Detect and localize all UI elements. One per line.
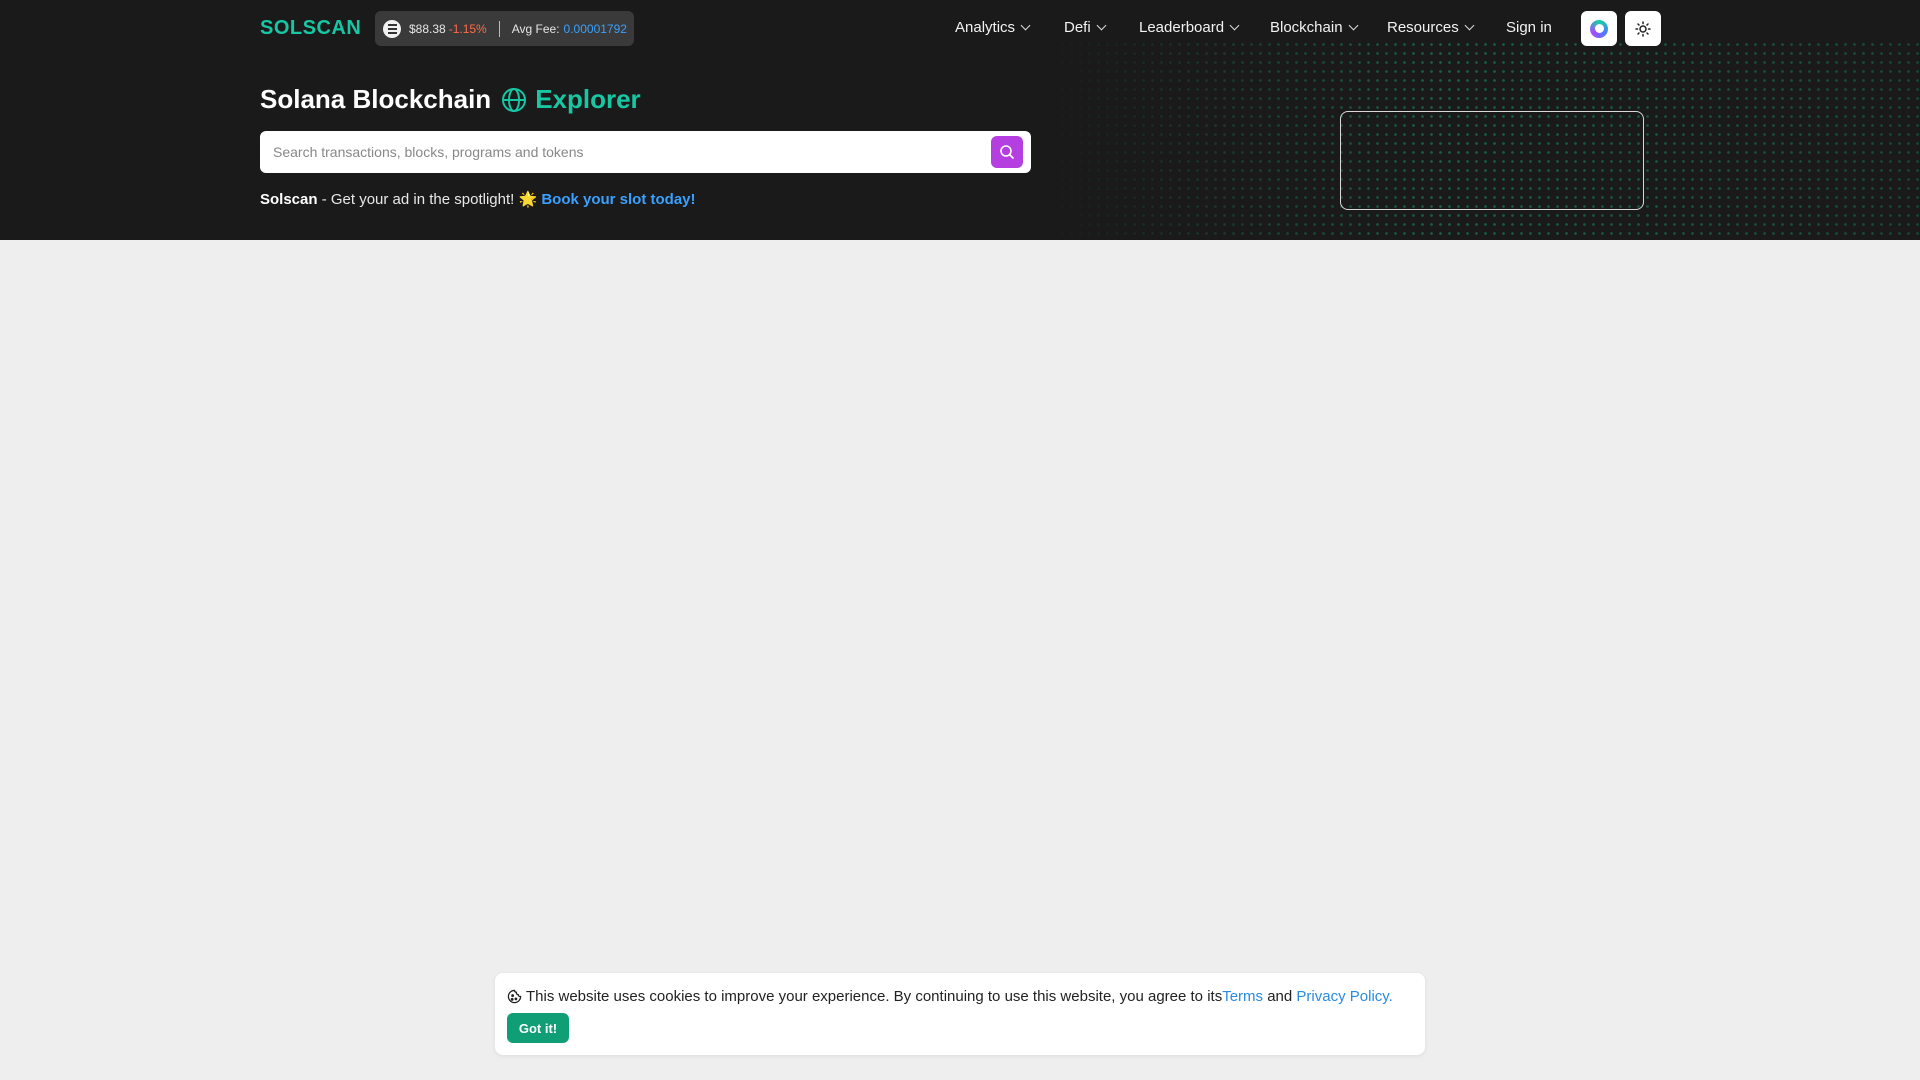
- cookie-and: and: [1263, 988, 1297, 1005]
- nav-label: Defi: [1064, 19, 1091, 36]
- cookie-message: This website uses cookies to improve you…: [507, 988, 1393, 1005]
- nav-label: Leaderboard: [1139, 19, 1225, 36]
- nav-defi[interactable]: Defi: [1064, 19, 1107, 36]
- nav-label: Analytics: [955, 19, 1016, 36]
- promo-line: Solscan - Get your ad in the spotlight! …: [260, 190, 696, 208]
- cookie-banner: This website uses cookies to improve you…: [495, 973, 1425, 1055]
- promo-text: - Get your ad in the spotlight! 🌟: [317, 191, 542, 208]
- search-input[interactable]: [260, 131, 960, 173]
- nav-label: Resources: [1387, 19, 1459, 36]
- solana-icon: [383, 19, 401, 38]
- avg-fee-label: Avg Fee:: [511, 21, 560, 36]
- theme-toggle-button[interactable]: [1625, 11, 1661, 46]
- sol-price: $88.38: [409, 21, 446, 36]
- cookie-text: This website uses cookies to improve you…: [526, 988, 1223, 1005]
- title-main: Solana Blockchain: [260, 84, 492, 114]
- header: SOLSCAN $88.38 -1.15% Avg Fee: 0.0000179…: [0, 0, 1920, 240]
- nav-analytics[interactable]: Analytics: [955, 19, 1031, 36]
- globe-icon: [501, 87, 527, 113]
- app-ring-icon: [1590, 19, 1608, 38]
- nav-leaderboard[interactable]: Leaderboard: [1139, 19, 1240, 36]
- sign-in-link[interactable]: Sign in: [1506, 19, 1552, 36]
- search-icon: [1000, 145, 1014, 159]
- avg-fee-value: 0.00001792: [563, 21, 627, 36]
- search-button[interactable]: [991, 136, 1023, 168]
- chevron-down-icon: [1464, 20, 1475, 31]
- promo-brand: Solscan: [260, 191, 318, 208]
- privacy-policy-link[interactable]: Privacy Policy.: [1296, 988, 1392, 1005]
- title-accent: Explorer: [535, 84, 641, 114]
- chevron-down-icon: [1096, 20, 1107, 31]
- ad-slot[interactable]: [1340, 111, 1644, 210]
- price-change: -1.15%: [448, 21, 487, 36]
- chevron-down-icon: [1229, 20, 1240, 31]
- book-slot-link[interactable]: Book your slot today!: [541, 191, 695, 208]
- search-bar: [260, 131, 1031, 173]
- chevron-down-icon: [1348, 20, 1358, 31]
- page-title: Solana Blockchain Explorer: [260, 84, 641, 115]
- price-stats-bar: $88.38 -1.15% Avg Fee: 0.00001792: [375, 11, 634, 46]
- got-it-button[interactable]: Got it!: [507, 1013, 569, 1043]
- nav-label: Blockchain: [1270, 19, 1343, 36]
- divider: [498, 20, 500, 37]
- sun-icon: [1635, 20, 1651, 37]
- solscan-logo[interactable]: SOLSCAN: [260, 17, 361, 40]
- nav-resources[interactable]: Resources: [1387, 19, 1475, 36]
- nav-blockchain[interactable]: Blockchain: [1270, 19, 1358, 36]
- chevron-down-icon: [1020, 20, 1031, 31]
- app-button[interactable]: [1581, 11, 1617, 46]
- cookie-icon: [507, 989, 522, 1004]
- terms-link[interactable]: Terms: [1222, 988, 1263, 1005]
